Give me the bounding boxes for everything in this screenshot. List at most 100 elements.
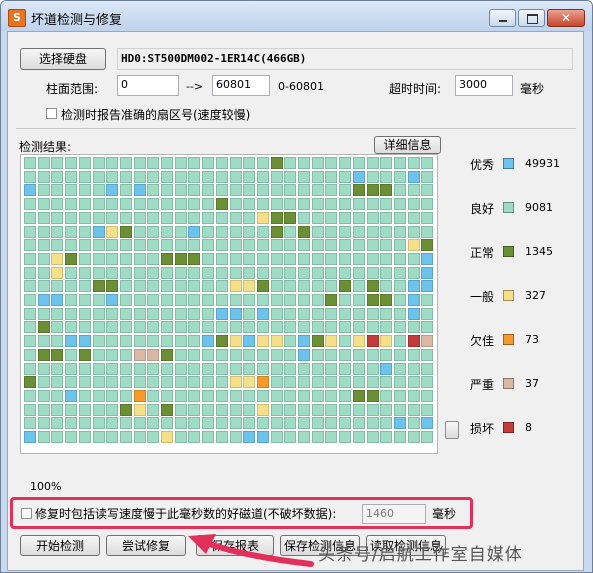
- sector-cell: [367, 198, 379, 210]
- sector-cell: [51, 157, 63, 169]
- scroll-slider[interactable]: [445, 421, 459, 439]
- sector-cell: [284, 184, 296, 196]
- sector-cell: [65, 363, 77, 375]
- sector-cell: [147, 226, 159, 238]
- timeout-input[interactable]: 3000: [455, 75, 513, 96]
- legend-label: 损坏: [470, 422, 495, 436]
- sector-cell: [325, 321, 337, 333]
- sector-cell: [380, 253, 392, 265]
- sector-cell: [243, 376, 255, 388]
- sector-cell: [202, 226, 214, 238]
- close-button[interactable]: ✕: [547, 9, 585, 27]
- range-from-input[interactable]: 0: [117, 75, 179, 96]
- sector-cell: [38, 308, 50, 320]
- sector-cell: [147, 349, 159, 361]
- start-scan-button[interactable]: 开始检测: [20, 535, 100, 556]
- sector-cell: [147, 253, 159, 265]
- sector-cell: [298, 335, 310, 347]
- sector-cell: [312, 198, 324, 210]
- sector-cell: [394, 171, 406, 183]
- sector-cell: [120, 184, 132, 196]
- sector-cell: [24, 253, 36, 265]
- title-bar[interactable]: S 坏道检测与修复 ✕: [1, 1, 592, 31]
- sector-cell: [394, 253, 406, 265]
- sector-cell: [271, 157, 283, 169]
- sector-cell: [271, 308, 283, 320]
- sector-cell: [380, 390, 392, 402]
- try-repair-button[interactable]: 尝试修复: [106, 535, 186, 556]
- sector-cell: [202, 239, 214, 251]
- sector-cell: [106, 212, 118, 224]
- sector-cell: [79, 431, 91, 443]
- sector-cell: [353, 404, 365, 416]
- sector-cell: [421, 349, 433, 361]
- sector-cell: [353, 390, 365, 402]
- sector-cell: [51, 376, 63, 388]
- sector-cell: [284, 417, 296, 429]
- sector-cell: [147, 335, 159, 347]
- sector-cell: [421, 280, 433, 292]
- sector-cell: [408, 335, 420, 347]
- sector-cell: [325, 390, 337, 402]
- sector-cell: [394, 294, 406, 306]
- sector-cell: [147, 267, 159, 279]
- sector-cell: [38, 157, 50, 169]
- details-button[interactable]: 详细信息: [374, 136, 441, 154]
- minimize-button[interactable]: [489, 9, 516, 27]
- sector-cell: [367, 157, 379, 169]
- sector-cell: [134, 226, 146, 238]
- sector-cell: [202, 335, 214, 347]
- sector-cell: [408, 253, 420, 265]
- sector-cell: [79, 294, 91, 306]
- legend-swatch: [503, 334, 514, 345]
- sector-cell: [38, 171, 50, 183]
- sector-cell: [93, 267, 105, 279]
- sector-cell: [408, 349, 420, 361]
- sector-cell: [353, 226, 365, 238]
- sector-cell: [120, 267, 132, 279]
- sector-cell: [353, 335, 365, 347]
- sector-cell: [79, 226, 91, 238]
- sector-cell: [271, 294, 283, 306]
- sector-cell: [147, 184, 159, 196]
- sector-cell: [120, 308, 132, 320]
- sector-cell: [367, 363, 379, 375]
- sector-cell: [298, 321, 310, 333]
- sector-cell: [394, 417, 406, 429]
- sector-cell: [380, 226, 392, 238]
- sector-cell: [161, 253, 173, 265]
- sector-cell: [243, 157, 255, 169]
- sector-cell: [243, 431, 255, 443]
- sector-cell: [284, 280, 296, 292]
- sector-cell: [202, 321, 214, 333]
- sector-cell: [271, 349, 283, 361]
- sector-cell: [202, 417, 214, 429]
- window-title: 坏道检测与修复: [31, 13, 123, 28]
- sector-cell: [51, 431, 63, 443]
- sector-cell: [106, 267, 118, 279]
- sector-cell: [284, 404, 296, 416]
- sector-cell: [120, 157, 132, 169]
- sector-cell: [51, 390, 63, 402]
- legend-count: 1345: [525, 245, 553, 258]
- sector-cell: [134, 335, 146, 347]
- select-disk-button[interactable]: 选择硬盘: [20, 48, 106, 70]
- sector-cell: [367, 267, 379, 279]
- sector-cell: [284, 294, 296, 306]
- sector-cell: [202, 171, 214, 183]
- sector-cell: [312, 376, 324, 388]
- range-to-input[interactable]: 60801: [212, 75, 270, 96]
- sector-cell: [93, 184, 105, 196]
- sector-cell: [230, 280, 242, 292]
- timeout-unit: 毫秒: [520, 82, 545, 96]
- sector-cell: [380, 171, 392, 183]
- sector-cell: [353, 280, 365, 292]
- sector-cell: [243, 171, 255, 183]
- maximize-button[interactable]: [518, 9, 545, 27]
- sector-cell: [325, 335, 337, 347]
- sector-cell: [93, 280, 105, 292]
- sector-cell: [298, 376, 310, 388]
- sector-cell: [353, 253, 365, 265]
- sector-cell: [51, 404, 63, 416]
- accurate-sector-checkbox[interactable]: [46, 108, 57, 119]
